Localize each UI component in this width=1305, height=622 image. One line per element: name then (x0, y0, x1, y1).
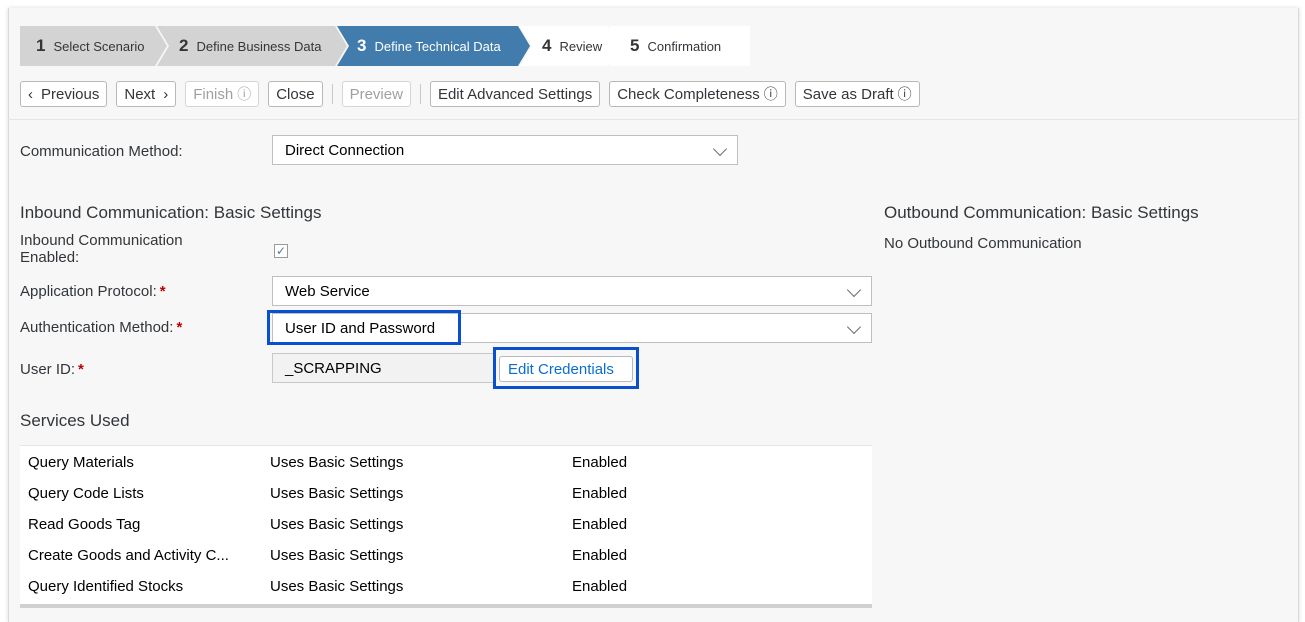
wizard-toolbar: ‹ Previous Next › Finish ⓘ Close Preview… (20, 80, 929, 108)
authentication-method-value: User ID and Password (285, 319, 436, 337)
service-name: Query Code Lists (28, 485, 144, 502)
inbound-enabled-checkbox[interactable]: ✓ (274, 244, 288, 258)
step-label: Review (559, 38, 603, 54)
authentication-method-text: Authentication Method: (20, 319, 174, 336)
next-label: Next (124, 85, 156, 103)
finish-button[interactable]: Finish ⓘ (185, 81, 260, 107)
step-select-scenario[interactable]: 1 Select Scenario (20, 26, 167, 66)
help-icon: ⓘ (763, 86, 778, 102)
service-settings: Uses Basic Settings (270, 578, 404, 595)
previous-label: Previous (41, 85, 100, 103)
user-id-text: User ID: (20, 361, 76, 378)
required-marker: * (159, 283, 166, 300)
service-name: Create Goods and Activity C... (28, 547, 229, 564)
step-number: 5 (630, 36, 640, 55)
table-row[interactable]: Create Goods and Activity C... Uses Basi… (20, 539, 872, 570)
communication-method-label: Communication Method: (20, 143, 183, 160)
service-settings: Uses Basic Settings (270, 516, 404, 533)
inbound-enabled-label-line: Inbound Communication (20, 232, 183, 249)
next-button[interactable]: Next › (116, 81, 177, 107)
table-row[interactable]: Query Code Lists Uses Basic Settings Ena… (20, 477, 872, 508)
step-number: 3 (357, 36, 367, 55)
close-label: Close (276, 85, 315, 103)
table-row[interactable]: Read Goods Tag Uses Basic Settings Enabl… (20, 508, 872, 539)
service-status: Enabled (572, 516, 628, 533)
service-status: Enabled (572, 547, 628, 564)
chevron-right-icon: › (163, 85, 169, 103)
communication-method-value: Direct Connection (285, 141, 405, 159)
service-status: Enabled (572, 578, 628, 595)
check-completeness-label: Check Completeness (617, 85, 760, 103)
outbound-section-title: Outbound Communication: Basic Settings (884, 203, 1199, 222)
inbound-enabled-label: Inbound Communication Enabled: (20, 232, 183, 266)
communication-method-select[interactable]: Direct Connection (272, 135, 738, 165)
step-define-technical-data[interactable]: 3 Define Technical Data (337, 26, 530, 66)
service-name: Query Identified Stocks (28, 578, 184, 595)
services-section-title: Services Used (20, 411, 130, 430)
toolbar-separator (331, 84, 333, 104)
table-row[interactable]: Query Identified Stocks Uses Basic Setti… (20, 570, 872, 601)
service-settings: Uses Basic Settings (270, 547, 404, 564)
service-status: Enabled (572, 485, 628, 502)
services-table: Query Materials Uses Basic Settings Enab… (20, 445, 872, 608)
service-name: Read Goods Tag (28, 516, 141, 533)
step-label: Define Technical Data (374, 38, 501, 54)
edit-advanced-settings-button[interactable]: Edit Advanced Settings (429, 81, 601, 107)
inbound-section-title: Inbound Communication: Basic Settings (20, 203, 322, 222)
step-number: 2 (179, 36, 189, 55)
chevron-down-icon (846, 282, 862, 298)
service-status: Enabled (572, 454, 628, 471)
step-label: Define Business Data (196, 38, 322, 54)
step-review[interactable]: 4 Review (520, 26, 620, 66)
application-protocol-select[interactable]: Web Service (272, 276, 872, 306)
table-row[interactable]: Query Materials Uses Basic Settings Enab… (20, 446, 872, 477)
toolbar-divider (8, 119, 1297, 120)
application-protocol-label: Application Protocol: * (20, 283, 166, 300)
finish-label: Finish (193, 85, 234, 103)
application-protocol-text: Application Protocol: (20, 283, 157, 300)
service-settings: Uses Basic Settings (270, 454, 404, 471)
edit-advanced-label: Edit Advanced Settings (437, 85, 593, 103)
save-as-draft-button[interactable]: Save as Draft ⓘ (794, 81, 920, 107)
edit-credentials-label: Edit Credentials (508, 360, 614, 378)
wizard-steps: 1 Select Scenario 2 Define Business Data… (20, 26, 750, 66)
inbound-enabled-label-line: Enabled: (20, 249, 80, 266)
save-draft-label: Save as Draft (802, 85, 894, 103)
previous-button[interactable]: ‹ Previous (20, 81, 108, 107)
step-label: Confirmation (647, 38, 722, 54)
preview-button[interactable]: Preview (341, 81, 411, 107)
preview-label: Preview (349, 85, 403, 103)
step-confirmation[interactable]: 5 Confirmation (610, 26, 750, 66)
chevron-left-icon: ‹ (28, 85, 33, 103)
check-completeness-button[interactable]: Check Completeness ⓘ (609, 81, 786, 107)
user-id-value: _SCRAPPING (285, 359, 382, 377)
edit-credentials-button[interactable]: Edit Credentials (499, 356, 633, 382)
required-marker: * (176, 319, 183, 336)
step-number: 1 (36, 36, 46, 55)
user-id-field: _SCRAPPING (272, 353, 494, 383)
help-icon: ⓘ (237, 86, 252, 102)
service-name: Query Materials (28, 454, 134, 471)
close-button[interactable]: Close (268, 81, 323, 107)
authentication-method-select[interactable]: User ID and Password (272, 313, 872, 343)
user-id-label: User ID: * (20, 361, 84, 378)
table-scrollbar[interactable] (20, 604, 872, 608)
service-settings: Uses Basic Settings (270, 485, 404, 502)
authentication-method-label: Authentication Method: * (20, 319, 182, 336)
application-protocol-value: Web Service (285, 282, 370, 300)
chevron-down-icon (712, 141, 728, 157)
step-define-business-data[interactable]: 2 Define Business Data (157, 26, 347, 66)
outbound-status-text: No Outbound Communication (884, 235, 1082, 252)
help-icon: ⓘ (897, 86, 912, 102)
step-label: Select Scenario (53, 38, 145, 54)
toolbar-separator (419, 84, 421, 104)
required-marker: * (78, 361, 84, 378)
chevron-down-icon (846, 319, 862, 335)
step-number: 4 (542, 36, 552, 55)
